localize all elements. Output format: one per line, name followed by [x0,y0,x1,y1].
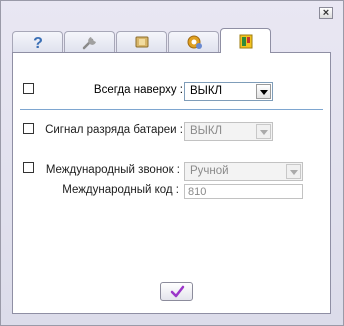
intl-code-label: Международный код : [62,184,179,196]
checkmark-icon [170,285,185,298]
settings-window: × ? Всегда наверху: ВЫКЛ Сигнал разряда… [0,0,344,326]
settings-panel: Всегда наверху : ВЫКЛ Сигнал разряда бат… [12,52,331,314]
tab-help[interactable]: ? [12,31,63,52]
wrench-icon [82,37,96,50]
question-icon: ? [33,35,43,50]
battery-signal-checkbox[interactable] [23,123,34,134]
chevron-down-icon[interactable] [286,164,301,179]
intl-call-checkbox[interactable] [23,162,34,173]
battery-signal-label: Сигнал разряда батареи : [45,124,183,136]
chevron-down-icon[interactable] [256,124,271,139]
battery-icon [135,36,148,48]
always-on-top-select[interactable]: ВЫКЛ [184,82,273,101]
svg-text:?: ? [33,35,43,50]
tab-device[interactable] [220,28,271,53]
tab-settings[interactable] [168,31,219,52]
gear-icon [187,35,202,49]
tab-bar: ? [12,28,282,53]
tab-tools[interactable] [64,31,115,52]
close-button[interactable]: × [319,7,333,19]
chevron-down-icon[interactable] [256,84,271,99]
intl-call-select[interactable]: Ручной [184,162,303,181]
always-on-top-label: Всегда наверху : [93,84,183,96]
always-on-top-value: ВЫКЛ [190,85,223,97]
phone-icon [239,34,252,49]
always-on-top-checkbox[interactable] [23,83,34,94]
intl-call-label: Международный звонок : [45,164,180,176]
section-divider [20,109,323,110]
ok-button[interactable] [160,282,193,301]
battery-signal-value: ВЫКЛ [190,125,223,137]
tab-battery[interactable] [116,31,167,52]
intl-code-field[interactable]: 810 [184,184,303,199]
battery-signal-select[interactable]: ВЫКЛ [184,122,273,141]
intl-call-value: Ручной [190,165,229,177]
